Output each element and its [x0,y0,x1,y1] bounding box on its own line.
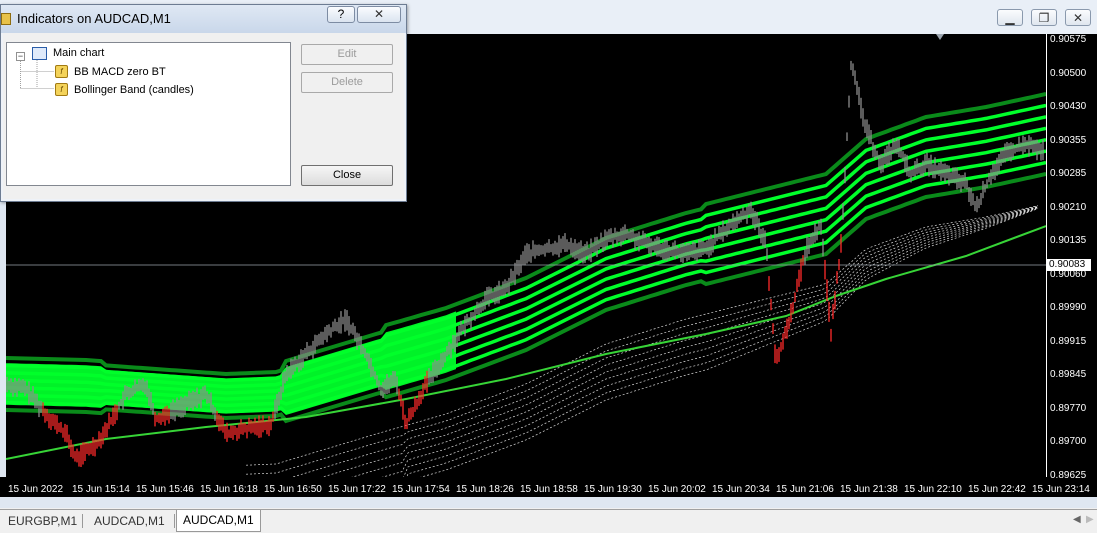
close-window-button[interactable]: ✕ [1065,9,1091,26]
dialog-body: − Main chart f BB MACD zero BT f Bolling… [3,33,404,199]
time-tick-label: 15 Jun 16:50 [264,484,322,495]
tab-separator [174,514,175,528]
price-tick-label: 0.89845 [1050,369,1087,380]
dialog-title: Indicators on AUDCAD,M1 [17,11,171,26]
time-tick-label: 15 Jun 21:38 [840,484,898,495]
price-tick-label: 0.90500 [1050,67,1087,79]
price-tick-label: 0.89700 [1050,436,1087,447]
minimize-icon: ▁ [1005,10,1015,25]
time-tick-label: 15 Jun 19:30 [584,484,642,495]
current-price-label: 0.90083 [1047,259,1091,271]
time-tick-label: 15 Jun 20:34 [712,484,770,495]
indicator-tree[interactable]: − Main chart f BB MACD zero BT f Bolling… [6,42,291,186]
price-tick-label: 0.90135 [1050,235,1087,246]
time-tick-label: 15 Jun 22:42 [968,484,1026,495]
tree-item-bb-macd[interactable]: BB MACD zero BT [74,66,166,78]
time-tick-label: 15 Jun 17:54 [392,484,450,495]
tree-item-bollinger-band[interactable]: Bollinger Band (candles) [74,84,194,96]
time-tick-label: 15 Jun 23:14 [1032,484,1090,495]
price-tick-label: 0.90575 [1050,34,1087,45]
price-tick-label: 0.90430 [1050,101,1087,112]
time-tick-label: 15 Jun 20:02 [648,484,706,495]
close-button[interactable]: Close [301,165,393,186]
help-button[interactable]: ? [327,6,355,23]
tab-scroll-left-icon[interactable]: ◀ [1073,514,1081,525]
price-tick-label: 0.90285 [1050,168,1087,179]
close-icon: ✕ [1072,10,1084,25]
tab-audcad-m1-active[interactable]: AUDCAD,M1 [176,510,261,532]
tab-eurgbp-m1[interactable]: EURGBP,M1 [2,512,83,530]
indicators-icon [1,13,11,25]
edit-button[interactable]: Edit [301,44,393,65]
price-tick-label: 0.89990 [1050,302,1087,313]
time-tick-label: 15 Jun 2022 [8,484,64,495]
price-tick-label: 0.89625 [1050,469,1087,481]
time-tick-label: 15 Jun 17:22 [328,484,386,495]
price-tick-label: 0.89915 [1050,335,1087,347]
time-tick-label: 15 Jun 18:26 [456,484,514,495]
time-tick-label: 15 Jun 22:10 [904,484,962,495]
tree-connector-lines [20,60,54,89]
shift-marker-icon [936,34,944,40]
delete-button[interactable]: Delete [301,72,393,93]
tab-separator [82,514,83,528]
restore-button[interactable]: ❐ [1031,9,1057,26]
time-tick-label: 15 Jun 15:14 [72,484,130,495]
price-tick-label: 0.90355 [1050,134,1087,146]
minimize-button[interactable]: ▁ [997,9,1023,26]
moving-average-line [6,225,1046,460]
tab-audcad-m1[interactable]: AUDCAD,M1 [88,512,171,530]
dialog-close-x-button[interactable]: ✕ [357,6,401,23]
time-tick-label: 15 Jun 18:58 [520,484,578,495]
time-tick-label: 15 Jun 15:46 [136,484,194,495]
restore-icon: ❐ [1038,10,1050,25]
tab-scroll-right-icon[interactable]: ▶ [1086,514,1094,525]
chart-tab-bar: EURGBP,M1 AUDCAD,M1 AUDCAD,M1 ◀ ▶ [0,509,1097,533]
time-tick-label: 15 Jun 16:18 [200,484,258,495]
band-fill [6,311,456,415]
time-tick-label: 15 Jun 21:06 [776,484,834,495]
dialog-titlebar[interactable]: Indicators on AUDCAD,M1 ? ✕ [1,5,406,33]
indicators-dialog: Indicators on AUDCAD,M1 ? ✕ − Main chart… [0,4,407,202]
close-icon: ✕ [373,7,385,21]
price-tick-label: 0.89770 [1050,402,1087,414]
price-tick-label: 0.90210 [1050,201,1087,213]
